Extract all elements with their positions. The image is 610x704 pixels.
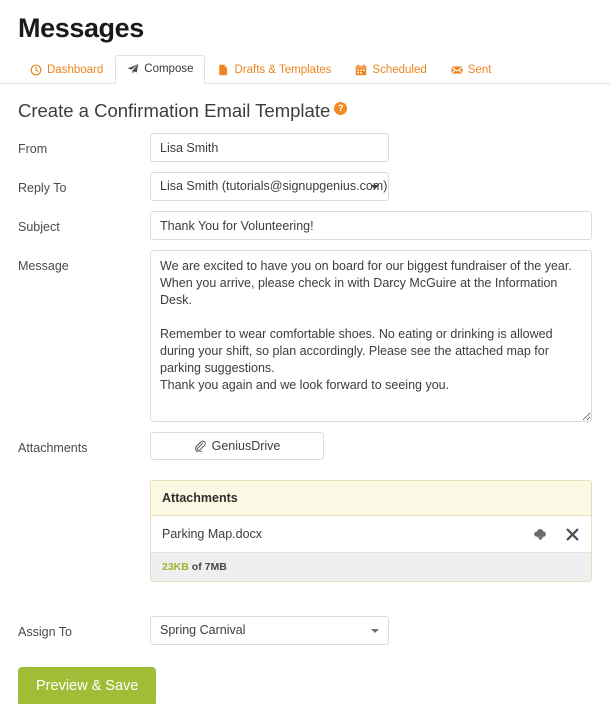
tab-drafts-label: Drafts & Templates bbox=[234, 64, 332, 76]
envelope-icon bbox=[451, 64, 463, 76]
clock-icon bbox=[30, 64, 42, 76]
reply-to-label: Reply To bbox=[18, 181, 67, 195]
attachments-panel: Attachments Parking Map.docx 23KB of 7MB bbox=[150, 480, 592, 582]
section-heading: Create a Confirmation Email Template ? bbox=[0, 84, 610, 123]
geniusdrive-label: GeniusDrive bbox=[211, 439, 281, 453]
paperclip-icon bbox=[194, 440, 206, 453]
tab-compose[interactable]: Compose bbox=[115, 55, 206, 84]
from-input[interactable] bbox=[150, 133, 389, 162]
close-icon[interactable] bbox=[565, 527, 580, 542]
attachments-usage: 23KB of 7MB bbox=[151, 553, 591, 581]
attachments-usage-used: 23KB bbox=[162, 561, 189, 573]
reply-to-value: Lisa Smith (tutorials@signupgenius.com) bbox=[160, 179, 388, 193]
preview-and-save-button[interactable]: Preview & Save bbox=[18, 667, 157, 704]
chevron-down-icon bbox=[371, 628, 379, 633]
tab-sent[interactable]: Sent bbox=[439, 56, 504, 84]
message-textarea[interactable]: We are excited to have you on board for … bbox=[150, 250, 592, 422]
reply-to-select[interactable]: Lisa Smith (tutorials@signupgenius.com) bbox=[150, 172, 389, 201]
from-label: From bbox=[18, 142, 48, 156]
form-actions: Preview & Save bbox=[0, 667, 610, 704]
question-mark-icon[interactable]: ? bbox=[334, 102, 348, 115]
messages-page: Messages Dashboard Compose Drafts & Temp… bbox=[0, 0, 610, 704]
tab-sent-label: Sent bbox=[467, 64, 492, 76]
subject-input[interactable] bbox=[150, 211, 592, 240]
form-row-reply-to: Reply To Lisa Smith (tutorials@signupgen… bbox=[18, 172, 592, 201]
subject-label: Subject bbox=[18, 220, 60, 234]
geniusdrive-button[interactable]: GeniusDrive bbox=[150, 432, 324, 460]
attachments-usage-total: of 7MB bbox=[191, 561, 227, 573]
attachment-row: Parking Map.docx bbox=[151, 516, 591, 553]
message-label: Message bbox=[18, 259, 69, 273]
form-row-from: From bbox=[18, 133, 592, 162]
assign-to-label: Assign To bbox=[18, 625, 72, 639]
form-row-subject: Subject bbox=[18, 211, 592, 240]
tab-scheduled-label: Scheduled bbox=[372, 64, 427, 76]
attachment-actions bbox=[533, 527, 580, 542]
tab-dashboard-label: Dashboard bbox=[47, 64, 104, 76]
calendar-icon bbox=[355, 64, 367, 76]
page-title: Messages bbox=[18, 13, 144, 43]
document-icon bbox=[217, 64, 229, 76]
form-row-attachments: Attachments GeniusDrive Attachments Park… bbox=[18, 432, 592, 582]
cloud-download-icon[interactable] bbox=[533, 527, 548, 542]
form-row-assign-to: Assign To Spring Carnival bbox=[18, 616, 592, 645]
form-row-message: Message We are excited to have you on bo… bbox=[18, 250, 592, 422]
tab-bar: Dashboard Compose Drafts & Templates Sch… bbox=[0, 55, 610, 84]
paper-plane-icon bbox=[127, 63, 139, 75]
assign-to-value: Spring Carnival bbox=[160, 623, 246, 637]
tab-compose-label: Compose bbox=[144, 63, 194, 75]
compose-form: From Reply To Lisa Smith (tutorials@sign… bbox=[0, 133, 610, 645]
tab-dashboard[interactable]: Dashboard bbox=[18, 56, 115, 84]
chevron-down-icon bbox=[371, 184, 379, 189]
tab-scheduled[interactable]: Scheduled bbox=[343, 56, 438, 84]
attachments-panel-header: Attachments bbox=[151, 481, 591, 516]
attachments-label: Attachments bbox=[18, 441, 88, 455]
assign-to-select[interactable]: Spring Carnival bbox=[150, 616, 389, 645]
attachment-file-name: Parking Map.docx bbox=[162, 527, 263, 541]
tab-drafts-templates[interactable]: Drafts & Templates bbox=[205, 56, 343, 84]
section-title: Create a Confirmation Email Template bbox=[18, 100, 331, 121]
